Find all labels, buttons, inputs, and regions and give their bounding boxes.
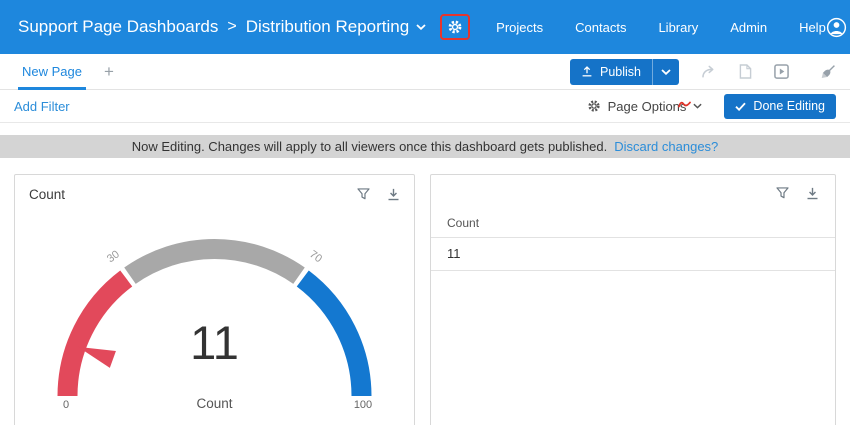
red-scribble-annotation bbox=[678, 97, 692, 112]
page-options-button[interactable]: Page Options bbox=[607, 98, 692, 114]
top-navigation: Projects Contacts Library Admin Help bbox=[496, 20, 826, 35]
settings-annotation-box bbox=[440, 14, 471, 40]
nav-item-contacts[interactable]: Contacts bbox=[575, 20, 626, 35]
document-icon[interactable] bbox=[739, 64, 752, 79]
page-dropdown-chevron-icon[interactable] bbox=[416, 24, 426, 30]
table-widget: Count 11 bbox=[430, 174, 836, 425]
breadcrumb-separator: > bbox=[227, 18, 237, 35]
svg-text:70: 70 bbox=[307, 248, 324, 265]
nav-item-projects[interactable]: Projects bbox=[496, 20, 543, 35]
publish-button-label: Publish bbox=[600, 64, 641, 79]
account-icon[interactable] bbox=[826, 17, 847, 38]
add-filter-link[interactable]: Add Filter bbox=[14, 99, 70, 114]
page-options-chevron-icon[interactable] bbox=[693, 103, 703, 109]
tab-new-page[interactable]: New Page bbox=[14, 54, 90, 90]
publish-button[interactable]: Publish bbox=[570, 58, 652, 85]
page-options-gear-icon[interactable] bbox=[587, 99, 601, 113]
gauge-widget: Count 30 70 11 Count 0 100 bbox=[14, 174, 415, 425]
gauge-widget-title: Count bbox=[29, 187, 66, 202]
settings-gear-icon[interactable] bbox=[447, 19, 463, 35]
tab-new-page-label: New Page bbox=[22, 64, 82, 79]
gauge-min-label: 0 bbox=[63, 399, 69, 411]
clear-formatting-broom-icon[interactable] bbox=[821, 64, 836, 79]
upload-icon bbox=[581, 66, 593, 77]
add-page-button[interactable]: + bbox=[104, 62, 114, 82]
page-options-label: Page Options bbox=[607, 98, 687, 114]
breadcrumb-root[interactable]: Support Page Dashboards bbox=[18, 17, 218, 37]
dashboard-canvas: Count 30 70 11 Count 0 100 Count 11 bbox=[0, 158, 850, 425]
filter-actions: Page Options Done Editing bbox=[587, 93, 836, 119]
redo-icon[interactable] bbox=[701, 65, 717, 79]
download-icon[interactable] bbox=[387, 188, 400, 201]
done-editing-button[interactable]: Done Editing bbox=[724, 93, 836, 119]
filter-funnel-icon[interactable] bbox=[776, 187, 789, 200]
breadcrumb-page[interactable]: Distribution Reporting bbox=[246, 17, 409, 37]
tab-actions: Publish bbox=[570, 58, 836, 85]
check-icon bbox=[735, 102, 747, 111]
filter-funnel-icon[interactable] bbox=[357, 188, 370, 201]
publish-dropdown-button[interactable] bbox=[652, 58, 679, 85]
gauge-value: 11 bbox=[190, 316, 239, 369]
nav-item-help[interactable]: Help bbox=[799, 20, 826, 35]
discard-changes-link[interactable]: Discard changes? bbox=[614, 139, 718, 154]
gauge-chart: 30 70 11 Count 0 100 bbox=[57, 239, 372, 411]
gauge-center-label: Count bbox=[196, 396, 232, 411]
nav-item-library[interactable]: Library bbox=[658, 20, 698, 35]
page-tab-bar: New Page + Publish bbox=[0, 54, 850, 90]
done-editing-label: Done Editing bbox=[753, 99, 825, 113]
filter-bar: Add Filter Page Options Done Editing bbox=[0, 90, 850, 123]
table-column-header: Count bbox=[431, 210, 835, 238]
notice-text: Now Editing. Changes will apply to all v… bbox=[131, 139, 608, 154]
download-icon[interactable] bbox=[806, 187, 819, 200]
table-row[interactable]: 11 bbox=[431, 238, 835, 271]
app-header: Support Page Dashboards > Distribution R… bbox=[0, 0, 850, 54]
nav-item-admin[interactable]: Admin bbox=[730, 20, 767, 35]
svg-text:30: 30 bbox=[105, 248, 122, 265]
gauge-max-label: 100 bbox=[354, 399, 372, 411]
editing-notice-banner: Now Editing. Changes will apply to all v… bbox=[0, 135, 850, 158]
slideshow-icon[interactable] bbox=[774, 64, 789, 79]
